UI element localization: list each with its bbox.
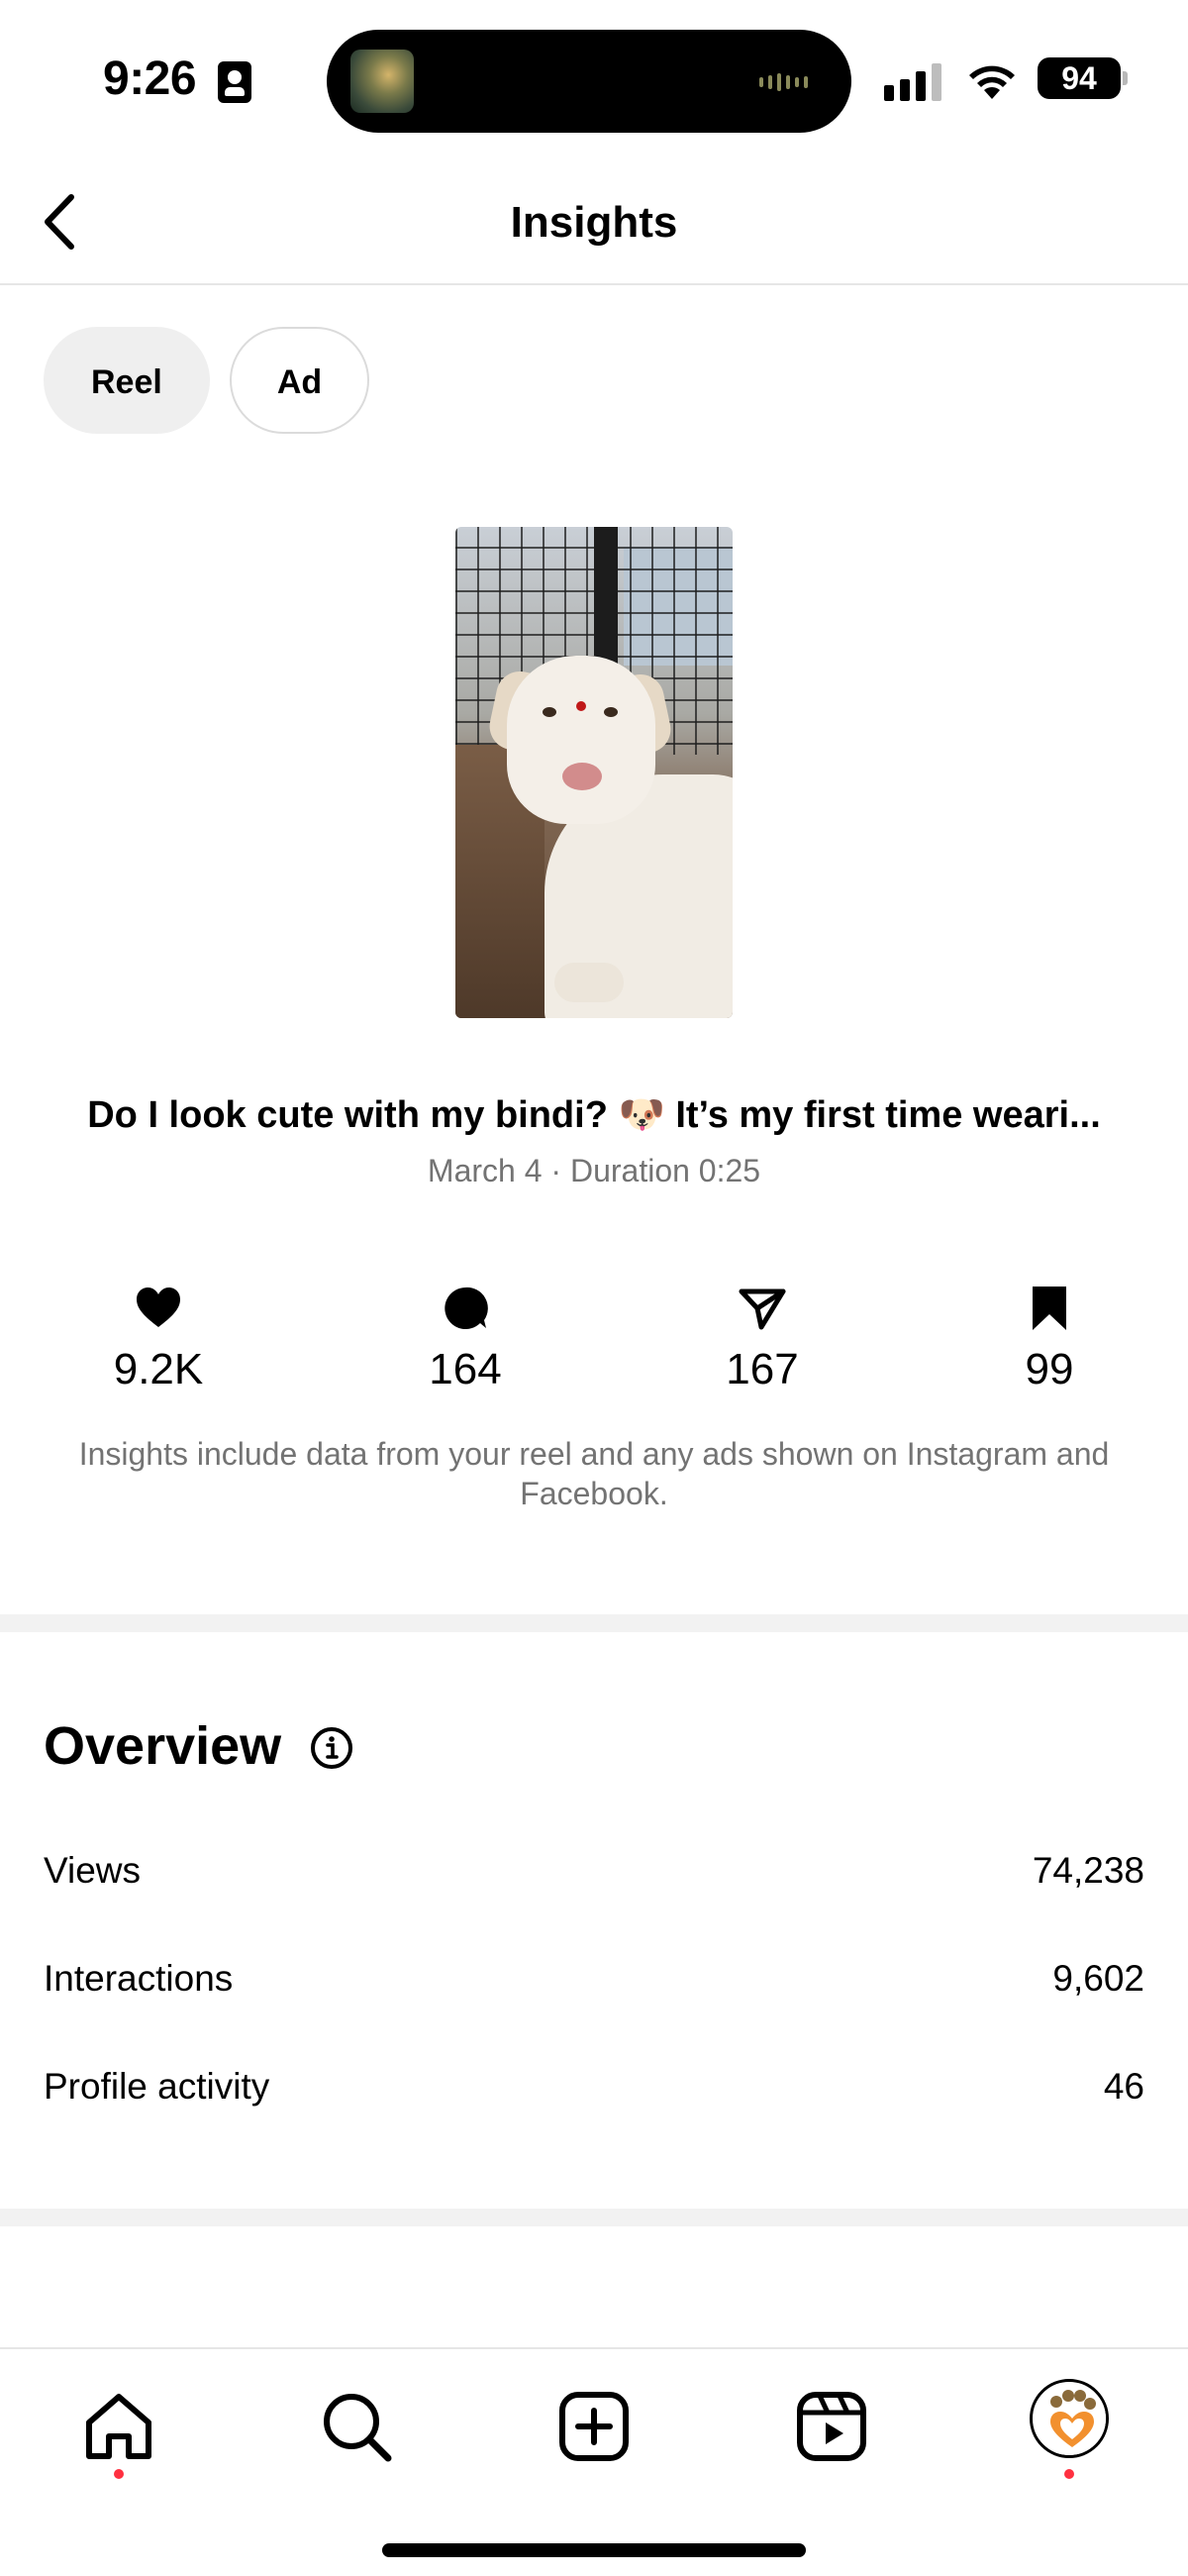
header: Insights (0, 158, 1188, 285)
notification-dot (114, 2469, 124, 2479)
profile-avatar[interactable] (1030, 2379, 1109, 2458)
comments-count: 164 (429, 1345, 502, 1393)
overview-value: 74,238 (1032, 1850, 1144, 1891)
saves-stat: 99 (950, 1284, 1148, 1394)
battery-indicator: 94 (1038, 57, 1121, 99)
create-icon[interactable] (554, 2387, 634, 2466)
likes-count: 9.2K (113, 1345, 204, 1393)
home-icon[interactable] (79, 2387, 158, 2466)
post-meta: March 4 · Duration 0:25 (427, 1153, 761, 1188)
reels-icon[interactable] (792, 2387, 871, 2466)
now-playing-thumbnail (350, 50, 414, 113)
post-caption: Do I look cute with my bindi? 🐶 It’s my … (87, 1094, 1101, 1136)
overview-value: 46 (1103, 2066, 1144, 2107)
overview-value: 9,602 (1052, 1958, 1144, 1999)
shares-count: 167 (726, 1345, 799, 1393)
dog-paw (554, 963, 624, 1002)
search-icon[interactable] (317, 2387, 396, 2466)
wifi-icon (969, 65, 1015, 99)
tab-bar: Reel Ad (44, 327, 370, 434)
home-indicator[interactable] (382, 2543, 806, 2557)
overview-row-profile-activity[interactable]: Profile activity 46 (44, 2066, 1144, 2125)
saves-count: 99 (1025, 1345, 1074, 1393)
dog-nose (562, 763, 602, 790)
status-time: 9:26 (103, 52, 197, 105)
comments-stat: 164 (366, 1284, 564, 1394)
tab-reel[interactable]: Reel (44, 327, 210, 434)
dynamic-island[interactable] (327, 30, 851, 133)
cellular-signal-icon (884, 63, 941, 101)
shares-stat: 167 (663, 1284, 861, 1394)
section-divider (0, 1614, 1188, 1632)
overview-title: Overview (44, 1716, 282, 1776)
comment-icon (445, 1287, 488, 1329)
section-divider (0, 2209, 1188, 2226)
tab-ad[interactable]: Ad (229, 327, 370, 434)
heart-icon (137, 1288, 180, 1327)
share-icon (739, 1288, 786, 1330)
contact-card-icon (218, 61, 251, 103)
overview-label: Interactions (44, 1958, 234, 1999)
paw-heart-icon (1037, 2386, 1106, 2455)
overview-row-views[interactable]: Views 74,238 (44, 1850, 1144, 1909)
bottom-nav (0, 2347, 1188, 2576)
info-icon[interactable] (309, 1725, 354, 1771)
engagement-stats: 9.2K 164 167 99 (0, 1284, 1188, 1402)
reel-thumbnail[interactable] (455, 527, 733, 1018)
audio-wave-icon (759, 73, 808, 91)
bookmark-icon (1033, 1287, 1066, 1330)
dog-eye (543, 707, 556, 717)
dog-eye (604, 707, 618, 717)
dog-head (507, 656, 655, 824)
overview-row-interactions[interactable]: Interactions 9,602 (44, 1958, 1144, 2017)
page-title: Insights (510, 198, 678, 247)
insights-disclaimer: Insights include data from your reel and… (78, 1436, 1110, 1511)
battery-nub (1123, 71, 1128, 85)
overview-label: Profile activity (44, 2066, 270, 2107)
overview-label: Views (44, 1850, 142, 1891)
status-bar: 9:26 94 (0, 0, 1188, 158)
dog-bindi (576, 701, 586, 711)
notification-dot (1064, 2469, 1074, 2479)
likes-stat: 9.2K (59, 1284, 257, 1394)
